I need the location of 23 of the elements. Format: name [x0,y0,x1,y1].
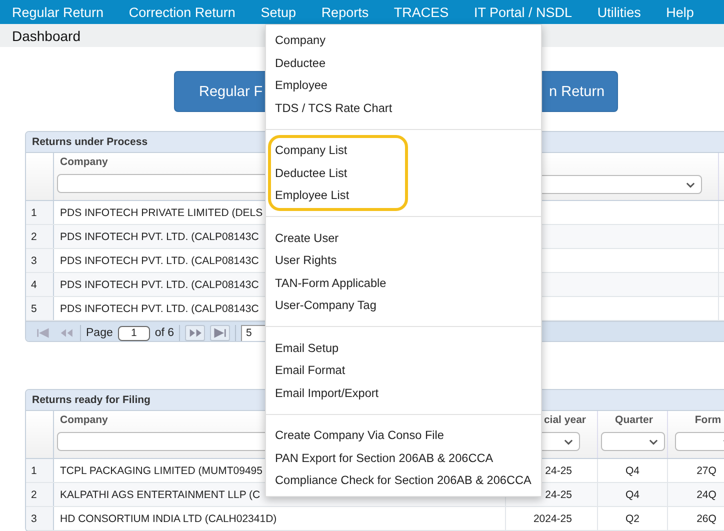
page-count: of 6 [154,327,174,339]
row-number: 4 [26,273,54,296]
table-cell: HD CONSORTIUM INDIA LTD (CALH02341D) [54,507,506,530]
row-number: 3 [26,249,54,272]
column-header: cial year [542,414,586,428]
row-number: 3 [26,507,54,530]
table-cell: 24Q [668,483,724,506]
column-header: Form [694,414,722,428]
row-number: 2 [26,225,54,248]
table-cell: Q2 [598,507,668,530]
table-cell: 26Q [668,507,724,530]
column-header: Company [59,156,108,170]
row-number: 1 [26,459,54,482]
table-cell: Q4 [598,459,668,482]
column-header: Quarter [614,414,653,428]
page-label: Page [86,327,113,339]
table-cell: 2024-25 [506,507,598,530]
row-number: 1 [26,201,54,224]
table-cell: 27Q [668,459,724,482]
row-number: 5 [26,297,54,320]
row-number: 2 [26,483,54,506]
table-cell: Q4 [598,483,668,506]
column-header: Company [59,414,108,428]
